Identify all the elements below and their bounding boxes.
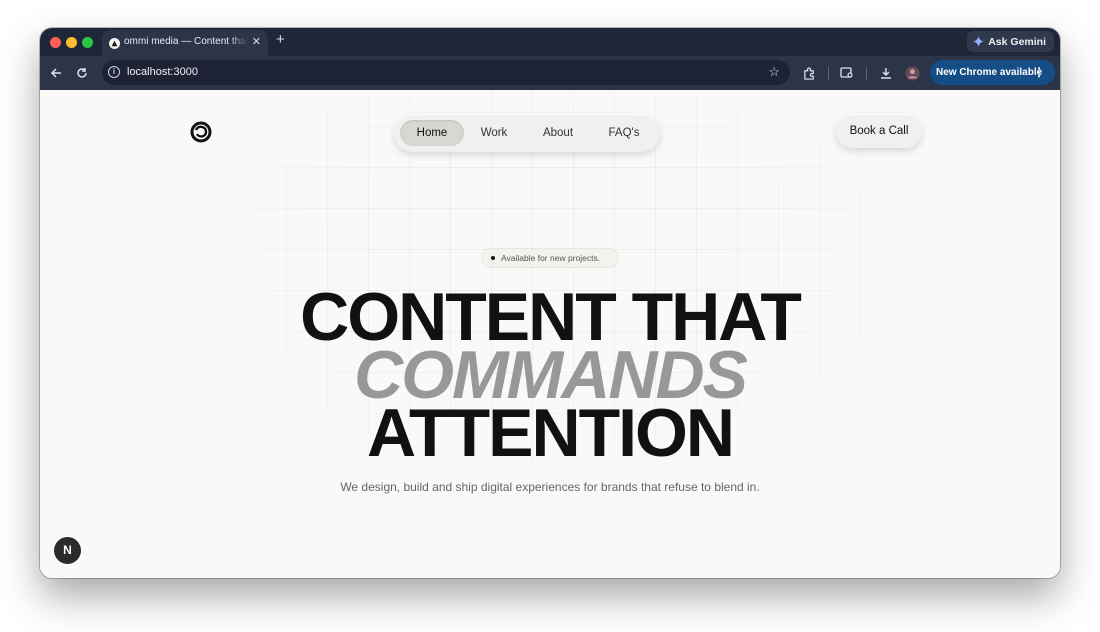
address-bar[interactable]: i localhost:3000 ☆ [102,60,790,85]
back-icon[interactable] [47,64,65,82]
ask-gemini-button[interactable]: Ask Gemini [967,31,1054,52]
availability-badge: Available for new projects. [482,249,618,267]
toolbar-divider [828,67,829,80]
nav-item-faqs[interactable]: FAQ's [596,120,652,146]
tab-strip: ommi media — Content that c ✕ + Ask Gemi… [40,28,1060,56]
bookmark-star-icon[interactable]: ☆ [768,64,780,80]
browser-window: ommi media — Content that c ✕ + Ask Gemi… [40,28,1060,578]
ask-gemini-label: Ask Gemini [988,35,1046,48]
toolbar-divider [866,67,867,80]
extensions-icon[interactable] [800,64,818,82]
nav-item-about[interactable]: About [530,120,586,146]
nextjs-devtools-button[interactable]: N [54,537,81,564]
more-options-icon[interactable]: ⋮ [1033,65,1045,79]
ommi-logo-icon[interactable] [190,121,212,143]
maximize-window-button[interactable] [82,37,93,48]
site-info-icon[interactable]: i [108,66,120,78]
new-chrome-available-button[interactable]: New Chrome available ⋮ [930,60,1055,85]
download-icon[interactable] [877,64,895,82]
page-viewport: Home Work About FAQ's Book a Call Availa… [40,90,1060,578]
main-nav: Home Work About FAQ's [394,114,660,152]
tab-active[interactable]: ommi media — Content that c ✕ [102,30,268,56]
favicon-icon [109,38,120,49]
nav-item-work[interactable]: Work [468,120,520,146]
tab-title: ommi media — Content that c [124,36,248,47]
browser-toolbar: i localhost:3000 ☆ New Chrome available … [40,56,1060,90]
availability-text: Available for new projects. [501,253,601,263]
tab-search-icon[interactable] [838,64,856,82]
hero-subtitle: We design, build and ship digital experi… [340,480,760,494]
headline-line-3: ATTENTION [366,395,735,471]
minimize-window-button[interactable] [66,37,77,48]
url-text: localhost:3000 [127,66,198,78]
gemini-sparkle-icon [973,36,985,47]
reload-icon[interactable] [73,64,91,82]
update-label: New Chrome available [936,67,1043,78]
tab-close-icon[interactable]: ✕ [252,35,261,48]
profile-avatar-icon[interactable] [903,64,921,82]
book-a-call-button[interactable]: Book a Call [836,114,922,148]
new-tab-button[interactable]: + [276,31,285,48]
close-window-button[interactable] [50,37,61,48]
status-dot-icon [491,256,495,260]
nav-item-home[interactable]: Home [400,120,464,146]
